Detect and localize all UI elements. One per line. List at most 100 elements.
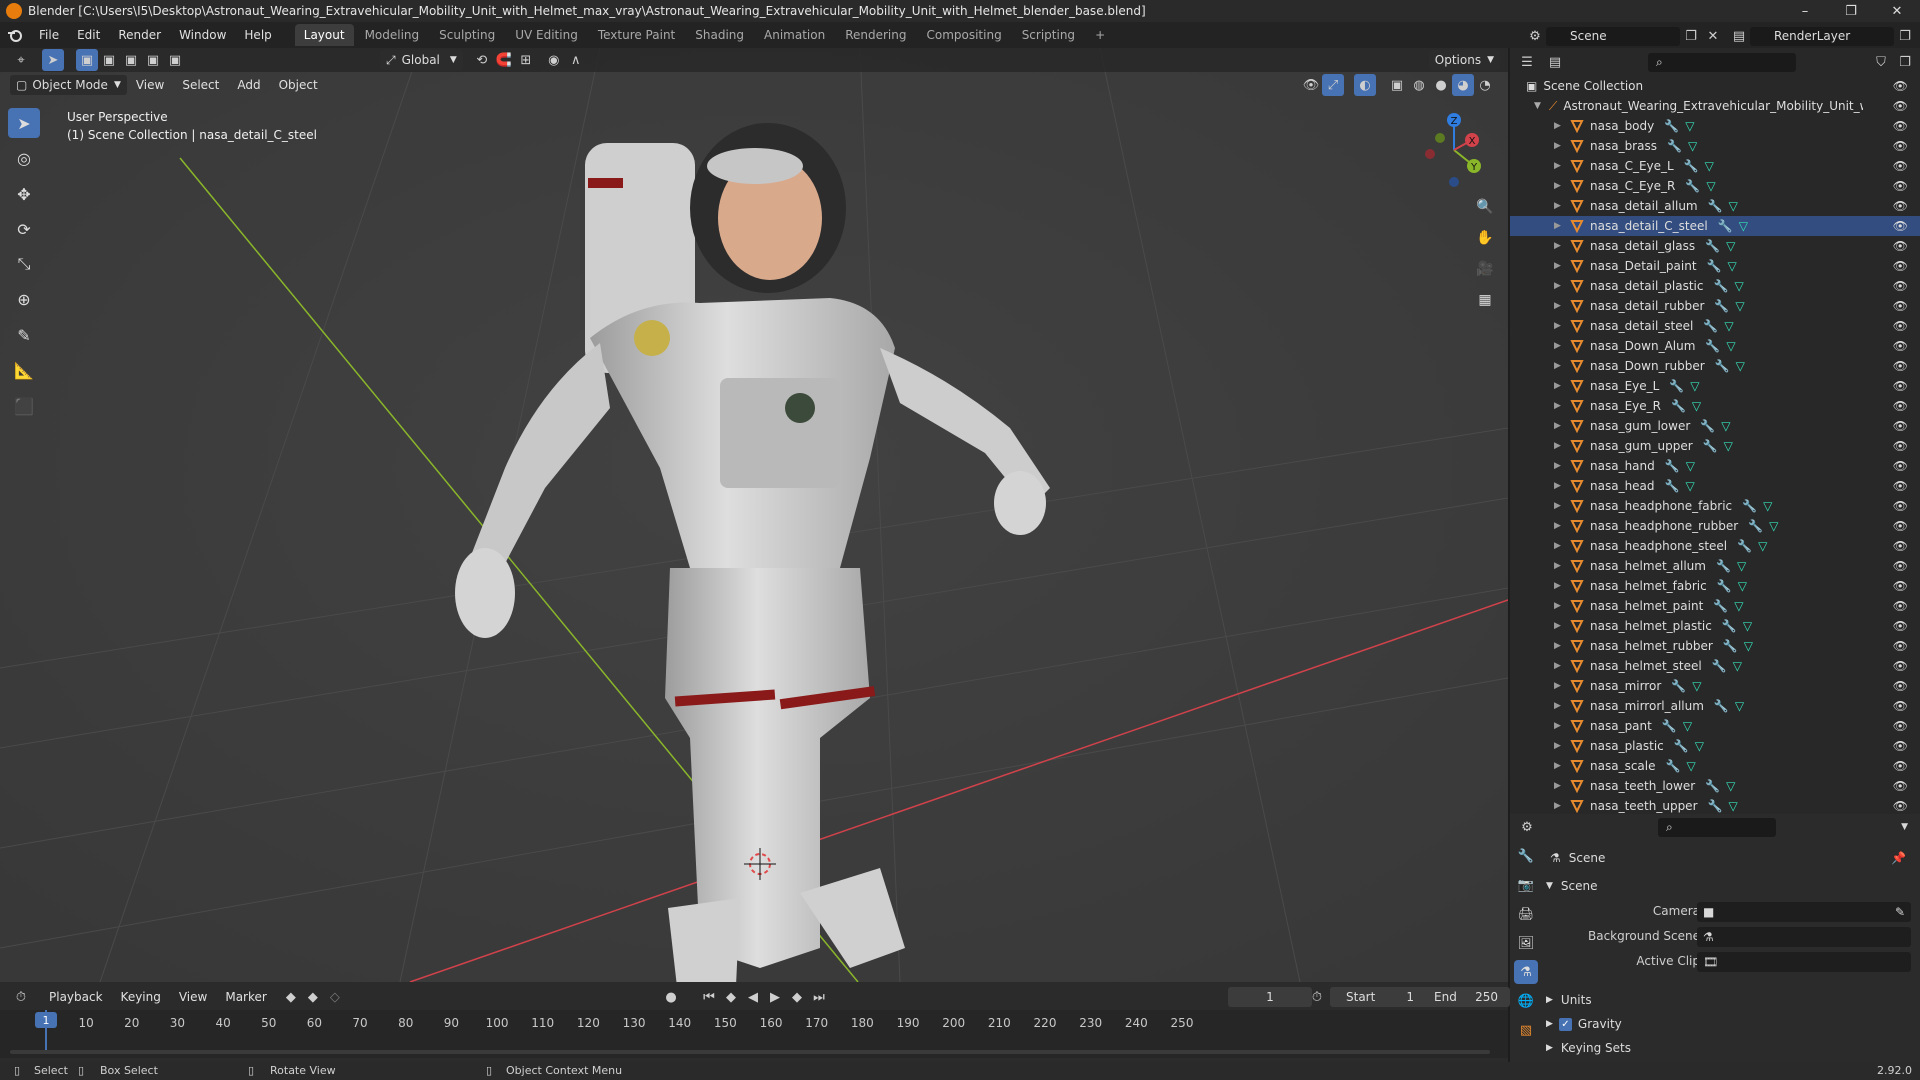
- menu-render[interactable]: Render: [109, 28, 170, 42]
- close-button[interactable]: ✕: [1874, 0, 1920, 22]
- eye-icon[interactable]: 👁: [1893, 739, 1908, 753]
- tab-uv-editing[interactable]: UV Editing: [506, 24, 587, 46]
- outliner-object-row[interactable]: ▶ nasa_body 🔧 ▽ 👁: [1510, 116, 1920, 136]
- outliner-object-row[interactable]: ▶ nasa_C_Eye_R 🔧 ▽ 👁: [1510, 176, 1920, 196]
- mesh-data-icon[interactable]: ▽: [1724, 319, 1733, 333]
- wrench-modifier-icon[interactable]: 🔧: [1716, 559, 1731, 573]
- outliner-object-row[interactable]: ▶ nasa_detail_plastic 🔧 ▽ 👁: [1510, 276, 1920, 296]
- eye-icon[interactable]: 👁: [1893, 359, 1908, 373]
- outliner-object-row[interactable]: ▶ nasa_teeth_lower 🔧 ▽ 👁: [1510, 776, 1920, 796]
- eye-icon[interactable]: 👁: [1893, 499, 1908, 513]
- view-layer-icon[interactable]: ▤: [1728, 25, 1750, 47]
- proportional-edit-icon[interactable]: ◉: [543, 49, 565, 71]
- chevron-right-icon[interactable]: ▶: [1554, 681, 1564, 691]
- eye-icon[interactable]: 👁: [1893, 559, 1908, 573]
- wrench-modifier-icon[interactable]: 🔧: [1700, 419, 1715, 433]
- chevron-right-icon[interactable]: ▶: [1554, 341, 1564, 351]
- move-tool-icon[interactable]: ✥: [8, 179, 40, 209]
- chevron-right-icon[interactable]: ▶: [1554, 181, 1564, 191]
- wrench-modifier-icon[interactable]: 🔧: [1665, 459, 1680, 473]
- mesh-data-icon[interactable]: ▽: [1763, 499, 1772, 513]
- outliner-object-row[interactable]: ▶ nasa_detail_steel 🔧 ▽ 👁: [1510, 316, 1920, 336]
- mesh-data-icon[interactable]: ▽: [1739, 219, 1748, 233]
- outliner-object-row[interactable]: ▶ nasa_gum_lower 🔧 ▽ 👁: [1510, 416, 1920, 436]
- eye-icon[interactable]: 👁: [1893, 159, 1908, 173]
- rotate-tool-icon[interactable]: ⟳: [8, 214, 40, 244]
- wrench-modifier-icon[interactable]: 🔧: [1708, 799, 1723, 813]
- navigation-gizmo[interactable]: Z Y X: [1410, 110, 1490, 190]
- wrench-modifier-icon[interactable]: 🔧: [1715, 359, 1730, 373]
- outliner-object-row[interactable]: ▶ nasa_Eye_R 🔧 ▽ 👁: [1510, 396, 1920, 416]
- ortho-grid-icon[interactable]: ▦: [1472, 287, 1498, 313]
- eye-icon[interactable]: 👁: [1893, 579, 1908, 593]
- wrench-modifier-icon[interactable]: 🔧: [1722, 619, 1737, 633]
- wrench-modifier-icon[interactable]: 🔧: [1718, 219, 1733, 233]
- wrench-modifier-icon[interactable]: 🔧: [1748, 519, 1763, 533]
- wrench-modifier-icon[interactable]: 🔧: [1671, 679, 1686, 693]
- outliner-object-row[interactable]: ▶ nasa_gum_upper 🔧 ▽ 👁: [1510, 436, 1920, 456]
- wrench-modifier-icon[interactable]: 🔧: [1705, 239, 1720, 253]
- eye-icon[interactable]: 👁: [1893, 599, 1908, 613]
- outliner-object-row[interactable]: ▶ nasa_headphone_fabric 🔧 ▽ 👁: [1510, 496, 1920, 516]
- eye-icon[interactable]: 👁: [1893, 199, 1908, 213]
- mesh-data-icon[interactable]: ▽: [1728, 799, 1737, 813]
- outliner-object-row[interactable]: ▶ nasa_pant 🔧 ▽ 👁: [1510, 716, 1920, 736]
- render-tab-icon[interactable]: 📷: [1514, 873, 1538, 897]
- eyedropper-icon[interactable]: ✎: [1895, 905, 1905, 919]
- mesh-data-icon[interactable]: ▽: [1705, 159, 1714, 173]
- output-tab-icon[interactable]: 🖨: [1514, 902, 1538, 926]
- gizmo-toggle-icon[interactable]: ⤢: [1322, 74, 1344, 96]
- mesh-data-icon[interactable]: ▽: [1737, 559, 1746, 573]
- scene-panel-header[interactable]: ▼ Scene: [1546, 876, 1916, 896]
- select-extend-icon[interactable]: ▣: [98, 49, 120, 71]
- mesh-data-icon[interactable]: ▽: [1743, 619, 1752, 633]
- chevron-right-icon[interactable]: ▶: [1554, 301, 1564, 311]
- eye-icon[interactable]: 👁: [1893, 699, 1908, 713]
- annotate-tool-icon[interactable]: ✎: [8, 320, 40, 350]
- chevron-right-icon[interactable]: ▶: [1554, 321, 1564, 331]
- wrench-modifier-icon[interactable]: 🔧: [1671, 399, 1686, 413]
- outliner-object-row[interactable]: ▶ nasa_helmet_plastic 🔧 ▽ 👁: [1510, 616, 1920, 636]
- chevron-right-icon[interactable]: ▶: [1554, 661, 1564, 671]
- chevron-right-icon[interactable]: ▶: [1554, 161, 1564, 171]
- overlay-toggle-icon[interactable]: ◐: [1354, 74, 1376, 96]
- outliner-object-row[interactable]: ▶ nasa_scale 🔧 ▽ 👁: [1510, 756, 1920, 776]
- mesh-data-icon[interactable]: ▽: [1727, 259, 1736, 273]
- measure-tool-icon[interactable]: 📐: [8, 355, 40, 385]
- scene-selector[interactable]: Scene: [1546, 26, 1680, 46]
- eye-icon[interactable]: 👁: [1893, 339, 1908, 353]
- snap-icon[interactable]: 🧲: [493, 49, 515, 71]
- select-subtract-icon[interactable]: ▣: [120, 49, 142, 71]
- mesh-data-icon[interactable]: ▽: [1735, 299, 1744, 313]
- outliner-object-row[interactable]: ▶ nasa_mirror 🔧 ▽ 👁: [1510, 676, 1920, 696]
- chevron-right-icon[interactable]: ▶: [1554, 621, 1564, 631]
- mesh-data-icon[interactable]: ▽: [1690, 379, 1699, 393]
- chevron-right-icon[interactable]: ▶: [1554, 401, 1564, 411]
- background-scene-field[interactable]: ⚗: [1697, 927, 1911, 947]
- mesh-data-icon[interactable]: ▽: [1726, 239, 1735, 253]
- tab-shading[interactable]: Shading: [686, 24, 753, 46]
- gravity-checkbox[interactable]: ✓: [1558, 1017, 1572, 1031]
- chevron-right-icon[interactable]: ▶: [1554, 561, 1564, 571]
- mesh-data-icon[interactable]: ▽: [1744, 639, 1753, 653]
- outliner-object-row[interactable]: ▶ nasa_Down_rubber 🔧 ▽ 👁: [1510, 356, 1920, 376]
- world-tab-icon[interactable]: 🌐: [1514, 989, 1538, 1013]
- menu-view[interactable]: View: [127, 78, 173, 92]
- wrench-modifier-icon[interactable]: 🔧: [1703, 319, 1718, 333]
- chevron-right-icon[interactable]: ▶: [1554, 521, 1564, 531]
- select-intersect-icon[interactable]: ▣: [164, 49, 186, 71]
- solid-shading-icon[interactable]: ●: [1430, 74, 1452, 96]
- camera-field[interactable]: ■ ✎: [1697, 902, 1911, 922]
- astronaut-collection-row[interactable]: ▼ ⟋ Astronaut_Wearing_Extravehicular_Mob…: [1510, 96, 1920, 116]
- options-dropdown[interactable]: Options ▼: [1428, 50, 1500, 70]
- mesh-data-icon[interactable]: ▽: [1734, 599, 1743, 613]
- wrench-modifier-icon[interactable]: 🔧: [1662, 719, 1677, 733]
- view-layer-selector[interactable]: RenderLayer: [1750, 26, 1894, 46]
- select-invert-icon[interactable]: ▣: [142, 49, 164, 71]
- eye-icon[interactable]: 👁: [1893, 319, 1908, 333]
- chevron-right-icon[interactable]: ▶: [1554, 581, 1564, 591]
- eye-icon[interactable]: 👁: [1893, 519, 1908, 533]
- tab-animation[interactable]: Animation: [755, 24, 834, 46]
- mesh-data-icon[interactable]: ▽: [1726, 779, 1735, 793]
- tab-modeling[interactable]: Modeling: [356, 24, 429, 46]
